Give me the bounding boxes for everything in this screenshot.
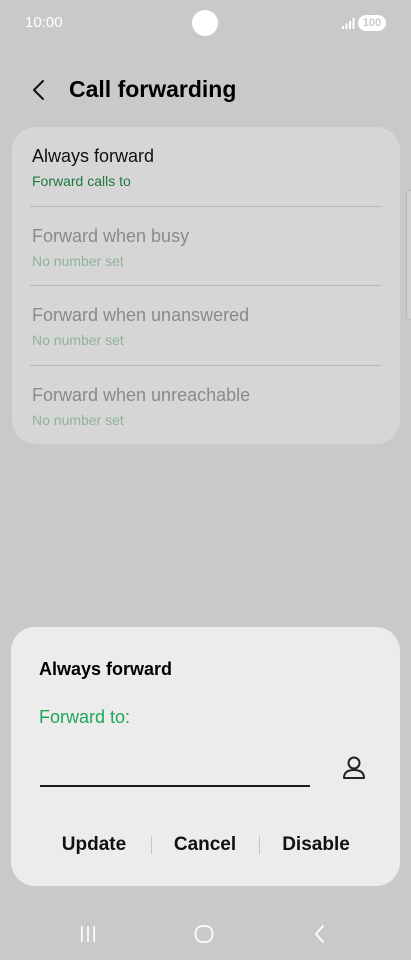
dialog-title: Always forward [39,659,173,679]
forward-to-label: Forward to: [39,707,131,727]
option-title: Forward when unanswered [32,305,250,325]
option-subtitle: Forward calls to [32,173,131,189]
option-always-forward[interactable]: Always forward Forward calls to [32,127,382,205]
status-time: 10:00 [25,14,63,31]
cancel-button[interactable]: Cancel [161,827,249,863]
status-bar: 10:00 100 [0,0,411,46]
contact-person-icon[interactable] [339,753,369,783]
option-subtitle: No number set [32,332,124,348]
option-subtitle: No number set [32,253,124,269]
home-icon[interactable] [192,922,216,946]
forward-number-input[interactable] [40,755,310,787]
camera-cutout-icon [192,10,218,36]
action-separator [259,836,260,854]
app-header: Call forwarding [0,70,411,112]
always-forward-dialog: Always forward Forward to: Update Cancel… [11,627,400,886]
recent-apps-icon[interactable] [76,922,100,946]
option-forward-when-unreachable[interactable]: Forward when unreachable No number set [32,366,382,444]
signal-icon [342,18,355,29]
option-title: Always forward [32,146,155,166]
disable-button[interactable]: Disable [269,827,363,863]
option-subtitle: No number set [32,412,124,428]
navigation-bar [0,910,411,956]
option-title: Forward when unreachable [32,385,251,405]
battery-icon: 100 [358,15,386,31]
back-icon[interactable] [308,922,332,946]
page-title: Call forwarding [69,76,237,102]
action-separator [151,836,152,854]
forwarding-options-card: Always forward Forward calls to Forward … [12,127,400,444]
update-button[interactable]: Update [49,827,139,863]
dialog-actions: Update Cancel Disable [11,827,400,863]
option-forward-when-unanswered[interactable]: Forward when unanswered No number set [32,286,382,364]
option-forward-when-busy[interactable]: Forward when busy No number set [32,207,382,285]
back-arrow-icon[interactable] [28,78,52,102]
edge-panel-handle[interactable] [406,190,411,320]
option-title: Forward when busy [32,226,190,246]
